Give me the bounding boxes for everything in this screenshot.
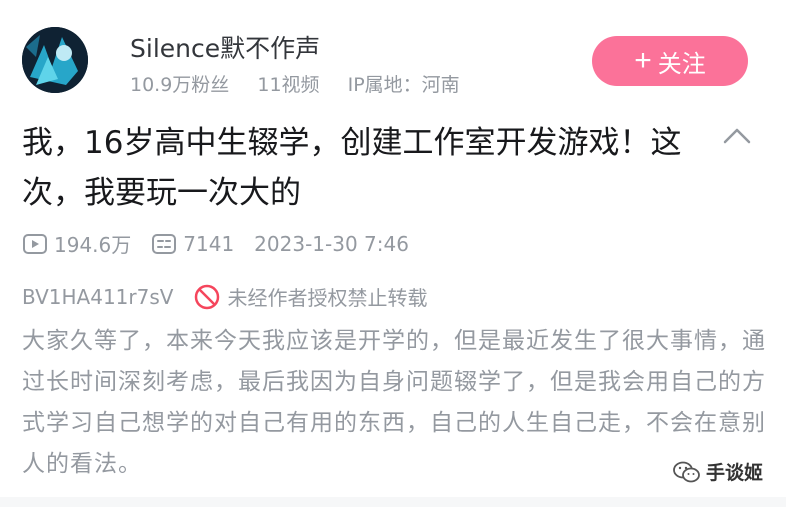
author-stats: 10.9万粉丝 11视频 IP属地：河南 [130, 70, 482, 97]
follow-button[interactable]: + 关注 [592, 36, 748, 86]
author-name[interactable]: Silence默不作声 [130, 29, 320, 65]
bvid[interactable]: BV1HA411r7sV [22, 285, 173, 309]
video-count: 11视频 [257, 74, 320, 96]
watermark-text: 手谈姬 [706, 462, 764, 484]
video-description: 大家久等了，本来今天我应该是开学的，但是最近发生了很大事情，通过长时间深刻考虑，… [22, 328, 766, 477]
follower-count: 10.9万粉丝 [130, 74, 230, 96]
danmaku-count: 7141 [183, 231, 235, 256]
video-title: 我，16岁高中生辍学，创建工作室开发游戏！这次，我要玩一次大的 [22, 125, 682, 211]
copyright-notice: 未经作者授权禁止转载 [227, 286, 428, 310]
ip-location: IP属地：河南 [347, 74, 460, 96]
danmaku-icon [152, 233, 177, 254]
watermark: 手谈姬 [672, 458, 763, 485]
video-meta: 194.6万 7141 2023-1-30 7:46 [22, 229, 409, 258]
chevron-up-icon[interactable] [722, 126, 752, 146]
bvid-row: BV1HA411r7sV 未经作者授权禁止转载 [22, 282, 427, 311]
no-repost-icon [195, 284, 220, 309]
play-count-icon [23, 233, 47, 254]
avatar[interactable] [22, 27, 88, 93]
view-count: 194.6万 [54, 233, 132, 257]
publish-date: 2023-1-30 7:46 [254, 231, 409, 256]
bottom-divider [0, 497, 786, 507]
follow-label: 关注 [657, 50, 706, 78]
wechat-icon [673, 461, 700, 482]
plus-icon: + [634, 44, 652, 77]
